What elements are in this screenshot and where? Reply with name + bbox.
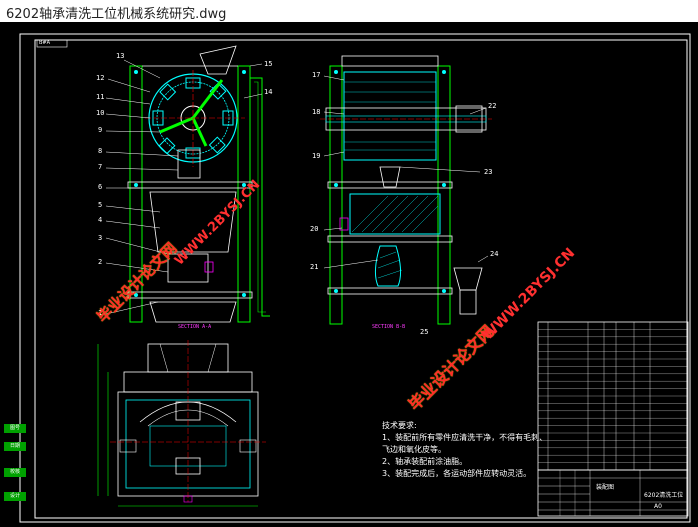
- section-a-label: SECTION A-A: [178, 324, 212, 330]
- callout-7: 7: [98, 163, 103, 171]
- bom-table: [537, 321, 689, 471]
- sidebar-tab-check[interactable]: 校核: [4, 468, 26, 477]
- callout-3: 3: [98, 234, 103, 242]
- title-block-sub: A0: [654, 503, 662, 510]
- note-item-2: 飞边和氧化皮等。: [382, 445, 446, 454]
- notes-heading: 技术要求:: [382, 421, 417, 430]
- callout-8: 8: [98, 147, 103, 155]
- window-title: 6202轴承清洗工位机械系统研究.dwg: [6, 7, 227, 22]
- callout-17: 17: [312, 71, 321, 79]
- callout-9: 9: [98, 126, 103, 134]
- window-titlebar: 6202轴承清洗工位机械系统研究.dwg: [0, 0, 698, 23]
- callout-15: 15: [264, 60, 273, 68]
- callout-20: 20: [310, 225, 319, 233]
- callout-24: 24: [490, 250, 499, 258]
- title-block-small: 装配图: [596, 484, 615, 491]
- callout-2: 2: [98, 258, 103, 266]
- callout-4: 4: [98, 216, 103, 224]
- sidebar-tab-design[interactable]: 设计: [4, 492, 26, 501]
- callout-5: 5: [98, 201, 103, 209]
- callout-25: 25: [420, 328, 429, 336]
- title-block-name: 6202清洗工位: [644, 492, 684, 499]
- section-b-label: SECTION B-B: [372, 324, 406, 330]
- note-item-4: 3、装配完成后，各运动部件应转动灵活。: [382, 469, 532, 478]
- frame-tag: B#A: [39, 40, 51, 46]
- sidebar-tab-drawing-no[interactable]: 图号: [4, 424, 26, 433]
- plan-view: [97, 340, 266, 507]
- callout-6: 6: [98, 183, 103, 191]
- callout-18: 18: [312, 108, 321, 116]
- sidebar-tab-date[interactable]: 日期: [4, 442, 26, 451]
- callout-22: 22: [488, 102, 497, 110]
- funnel-detail: [453, 255, 489, 315]
- section-b-view: [320, 55, 492, 325]
- callout-13: 13: [116, 52, 125, 60]
- callout-10: 10: [96, 109, 105, 117]
- callout-12: 12: [96, 74, 105, 82]
- callout-14: 14: [264, 88, 273, 96]
- note-item-1: 1、装配前所有零件应清洗干净，不得有毛刺、: [382, 433, 548, 442]
- callout-19: 19: [312, 152, 321, 160]
- callout-11: 11: [96, 93, 105, 101]
- technical-notes: 技术要求: 1、装配前所有零件应清洗干净，不得有毛刺、 飞边和氧化皮等。 2、轴…: [382, 420, 547, 480]
- callout-23: 23: [484, 168, 493, 176]
- note-item-3: 2、轴承装配前涂油脂。: [382, 457, 468, 466]
- cad-canvas[interactable]: 图号 日期 校核 设计 B#A 13 12 11 10 9 8 7 6 5 4 …: [0, 22, 698, 527]
- callout-21: 21: [310, 263, 319, 271]
- drawing-svg: [19, 33, 691, 523]
